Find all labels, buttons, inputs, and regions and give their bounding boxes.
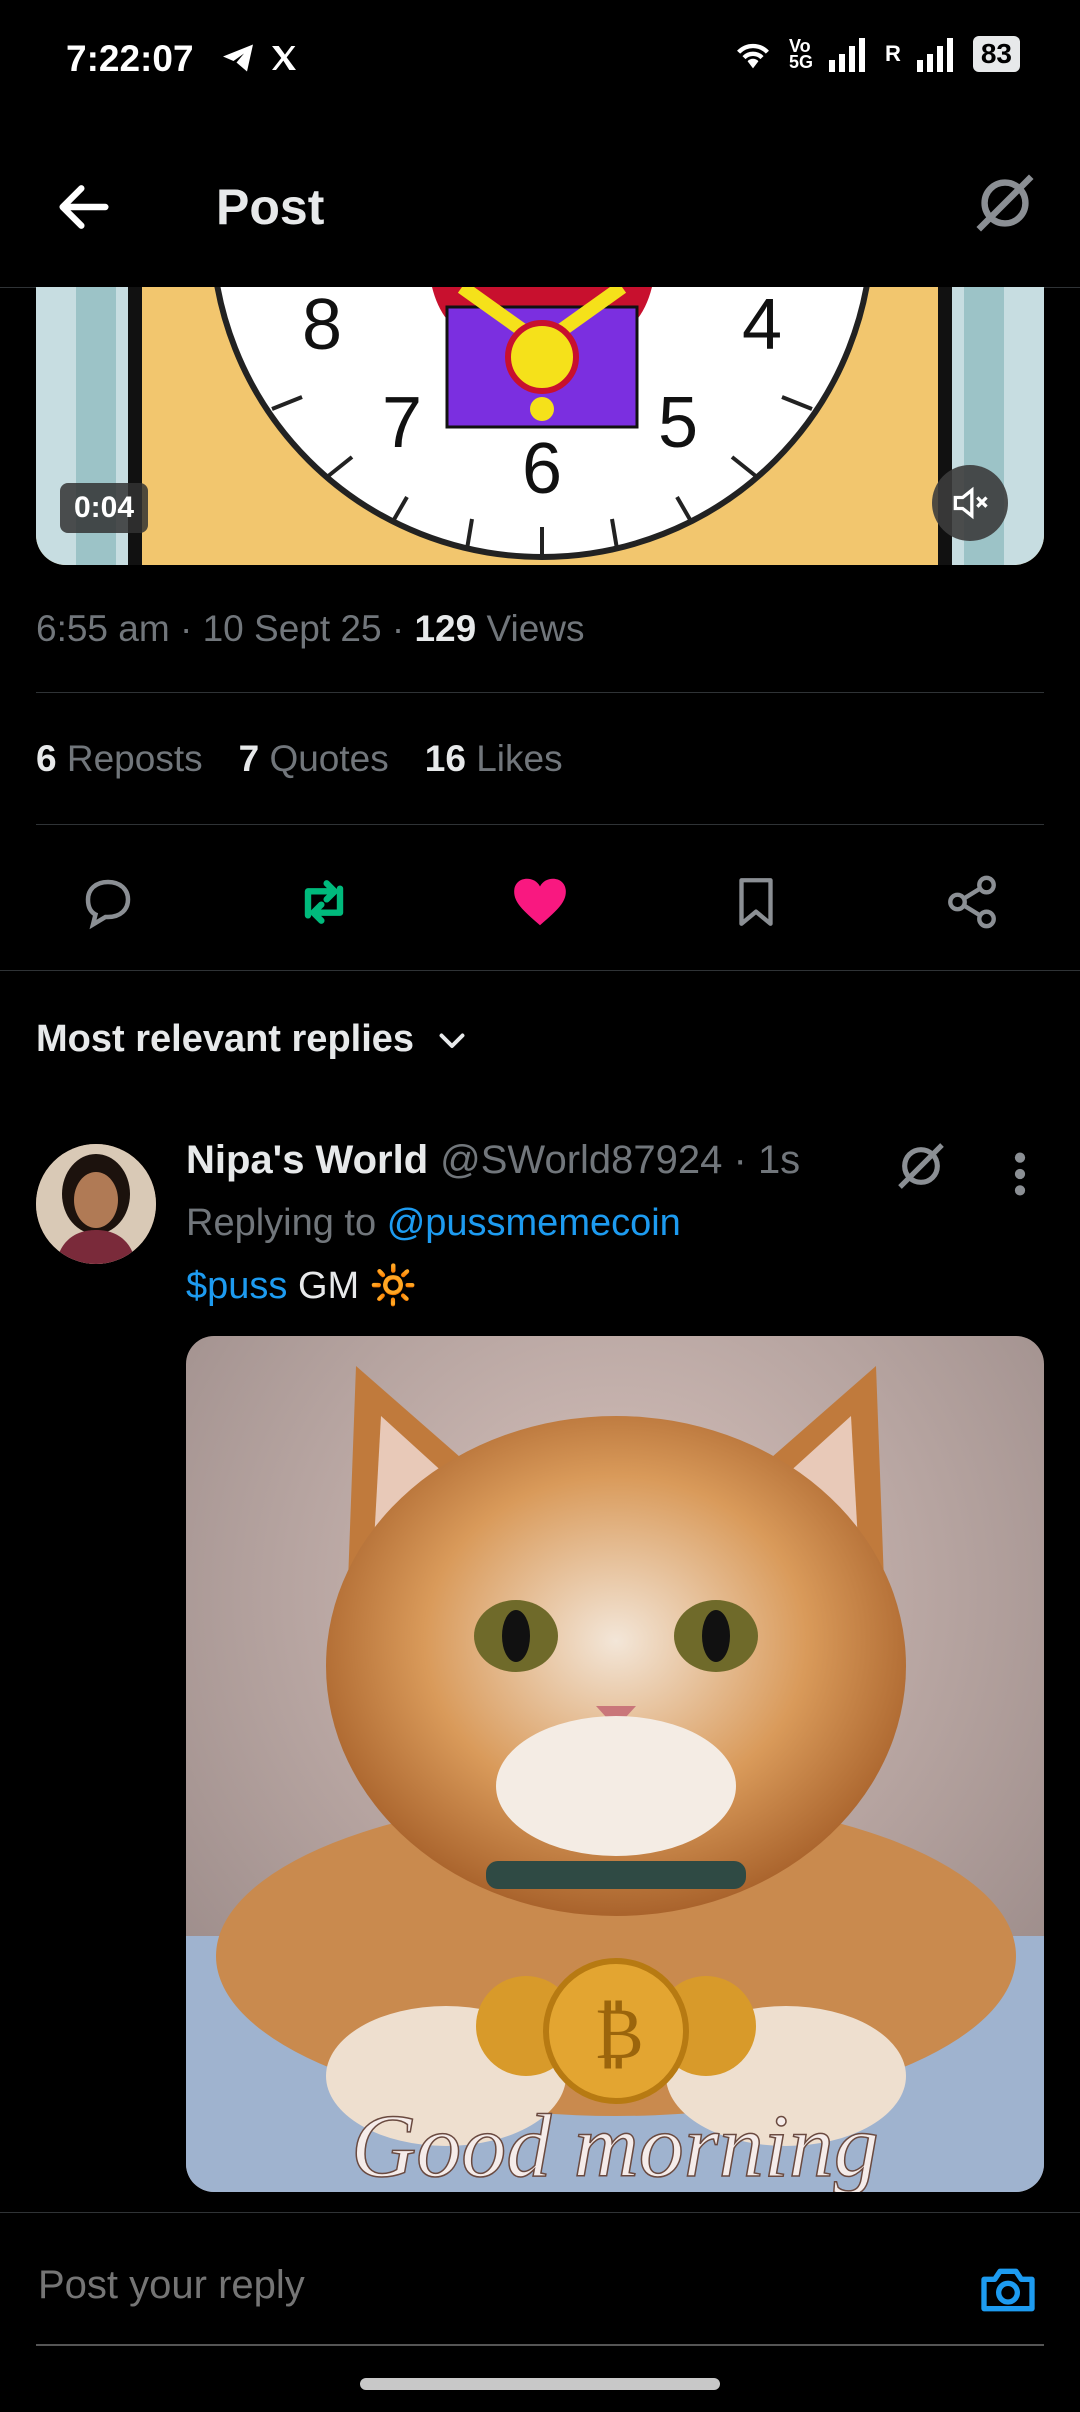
quotes-stat[interactable]: 7 Quotes xyxy=(239,738,389,780)
heart-filled-icon xyxy=(514,878,566,926)
divider xyxy=(36,824,1044,825)
reply-button[interactable] xyxy=(76,870,140,934)
status-bar: 7:22:07 Vo 5G R 83 xyxy=(0,0,1080,125)
wifi-icon xyxy=(736,43,769,69)
avatar[interactable] xyxy=(36,1144,156,1264)
camera-icon[interactable] xyxy=(976,2258,1040,2322)
reply-age: 1s xyxy=(757,1138,801,1182)
reply-author-handle: @SWorld87924 · 1s xyxy=(440,1138,801,1182)
likes-label: Likes xyxy=(476,738,563,779)
status-right: Vo 5G R 83 xyxy=(731,36,1020,72)
signal-icon-2 xyxy=(916,38,953,72)
video-elapsed-time: 0:04 xyxy=(60,483,149,533)
chevron-down-icon xyxy=(439,1033,465,1048)
repost-button[interactable] xyxy=(292,870,356,934)
post-date: 10 Sept 25 xyxy=(202,608,382,649)
svg-text:5: 5 xyxy=(658,383,698,463)
reply-handle-text: @SWorld87924 xyxy=(440,1138,723,1182)
svg-text:₿: ₿ xyxy=(594,1994,644,2074)
quotes-count: 7 xyxy=(238,738,260,779)
reposts-count: 6 xyxy=(36,738,57,779)
bookmark-button[interactable] xyxy=(724,870,788,934)
post-time: 6:55 am xyxy=(36,608,170,649)
views-count: 129 xyxy=(414,608,477,649)
signal-icon xyxy=(828,38,865,72)
avatar-image xyxy=(36,1144,156,1264)
top-bar xyxy=(0,125,1080,288)
engagement-stats: 6 Reposts 7 Quotes 16 Likes xyxy=(36,738,563,780)
volte-bottom: 5G xyxy=(788,52,813,72)
reply-text: $puss GM 🔆 xyxy=(186,1264,417,1308)
repost-icon xyxy=(304,880,344,924)
replies-sort-dropdown[interactable]: Most relevant replies xyxy=(36,1018,470,1061)
reposts-label: Reposts xyxy=(66,738,203,779)
likes-stat[interactable]: 16 Likes xyxy=(425,738,563,780)
svg-text:7: 7 xyxy=(382,383,422,463)
replying-to: Replying to @pussmemecoin xyxy=(186,1202,681,1245)
reply-media-image[interactable]: ₿ Good morning xyxy=(186,1336,1044,2192)
video-player[interactable]: 8 7 6 5 4 0:04 xyxy=(36,287,1044,565)
share-icon xyxy=(948,875,996,929)
roaming-label: R xyxy=(884,41,901,66)
grok-icon[interactable] xyxy=(970,168,1040,238)
battery-indicator: 83 xyxy=(972,36,1020,72)
reposts-stat[interactable]: 6 Reposts xyxy=(36,738,203,780)
share-button[interactable] xyxy=(940,870,1004,934)
divider xyxy=(36,692,1044,693)
mute-button[interactable] xyxy=(932,465,1008,541)
reply-header: Nipa's World @SWorld87924 · 1s xyxy=(186,1138,800,1183)
volume-muted-icon xyxy=(953,486,988,520)
reply-author-name[interactable]: Nipa's World xyxy=(186,1138,428,1183)
replying-prefix: Replying to xyxy=(186,1202,377,1244)
back-arrow-icon[interactable] xyxy=(52,175,116,239)
cashtag-link[interactable]: $puss xyxy=(186,1265,287,1307)
likes-count: 16 xyxy=(424,738,466,779)
views-label: Views xyxy=(486,608,585,649)
like-button[interactable] xyxy=(508,870,572,934)
reply-body: GM 🔆 xyxy=(297,1265,418,1307)
clock-frame-image: 8 7 6 5 4 xyxy=(214,287,870,560)
grok-icon[interactable] xyxy=(893,1138,949,1194)
cat-image: ₿ Good morning xyxy=(186,1336,1044,2192)
svg-text:6: 6 xyxy=(522,429,562,509)
post-timestamp: 6:55 am · 10 Sept 25 · 129 Views xyxy=(36,608,585,649)
reply-input[interactable] xyxy=(36,2262,940,2309)
replies-sort-label: Most relevant replies xyxy=(36,1018,415,1060)
divider xyxy=(0,2212,1080,2213)
bookmark-icon xyxy=(739,878,773,926)
status-time: 7:22:07 xyxy=(66,38,194,79)
svg-text:4: 4 xyxy=(742,287,782,365)
more-vertical-icon[interactable] xyxy=(1000,1146,1040,1202)
svg-text:8: 8 xyxy=(302,287,342,365)
action-bar xyxy=(0,830,1080,971)
input-underline xyxy=(36,2344,1044,2346)
quotes-label: Quotes xyxy=(269,738,389,779)
page-title: Post xyxy=(216,179,325,235)
x-logo-icon xyxy=(272,46,296,70)
image-caption: Good morning xyxy=(351,2097,879,2192)
volte-label: Vo 5G xyxy=(788,37,813,72)
replying-handle-link[interactable]: @pussmemecoin xyxy=(387,1202,681,1244)
reply-icon xyxy=(85,879,131,930)
telegram-icon xyxy=(223,44,253,72)
status-left-icons xyxy=(220,40,300,76)
home-indicator[interactable] xyxy=(360,2378,720,2390)
